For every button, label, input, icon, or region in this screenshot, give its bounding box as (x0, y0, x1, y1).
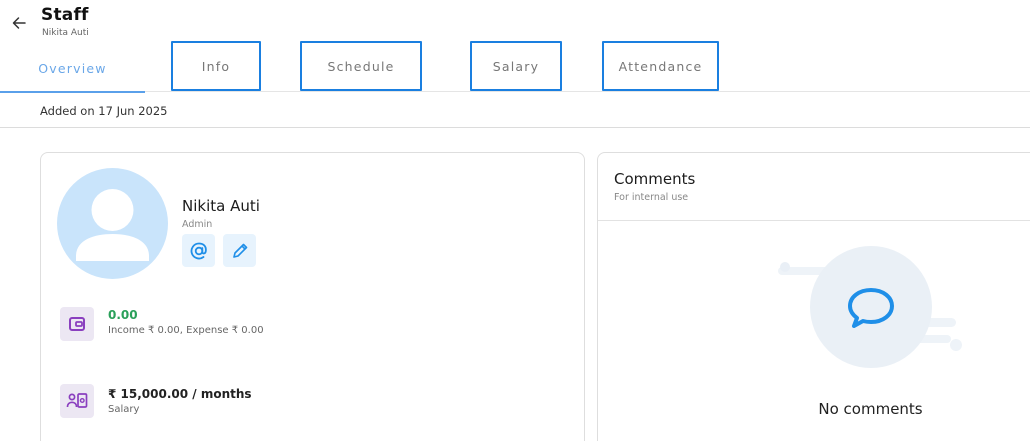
tab-info[interactable]: Info (171, 41, 261, 91)
wallet-icon (60, 307, 94, 341)
back-button[interactable] (8, 12, 30, 34)
page-header: Staff Nikita Auti (0, 0, 1030, 44)
edit-button[interactable] (223, 234, 256, 267)
salary-icon (60, 384, 94, 418)
salary-label: Salary (108, 404, 140, 415)
tab-bar: Overview Info Schedule Salary Attendance (0, 41, 1030, 93)
comments-subtitle: For internal use (614, 192, 689, 203)
balance-amount: 0.00 (108, 308, 138, 322)
user-avatar-icon (57, 168, 168, 279)
arrow-left-icon (12, 17, 26, 29)
balance-detail: Income ₹ 0.00, Expense ₹ 0.00 (108, 325, 264, 336)
tab-salary[interactable]: Salary (470, 41, 562, 91)
staff-name: Nikita Auti (182, 197, 260, 215)
added-on-text: Added on 17 Jun 2025 (40, 104, 168, 118)
added-on-row: Added on 17 Jun 2025 (0, 93, 1030, 128)
page-subtitle: Nikita Auti (42, 28, 89, 38)
tab-overview[interactable]: Overview (0, 44, 145, 93)
comments-card: Comments For internal use No comments (597, 152, 1030, 441)
salary-amount: ₹ 15,000.00 / months (108, 387, 252, 401)
staff-role: Admin (182, 219, 213, 230)
tab-attendance[interactable]: Attendance (602, 41, 719, 91)
tab-schedule[interactable]: Schedule (300, 41, 422, 91)
comments-header: Comments For internal use (598, 153, 1030, 221)
at-sign-icon (190, 242, 207, 259)
profile-card: Nikita Auti Admin 0.00 Income ₹ 0.00, Ex… (40, 152, 585, 441)
pencil-icon (232, 243, 247, 258)
speech-bubble-icon (776, 245, 966, 375)
email-button[interactable] (182, 234, 215, 267)
comments-title: Comments (614, 170, 696, 188)
page-title: Staff (41, 5, 89, 25)
no-comments-text: No comments (818, 400, 923, 418)
